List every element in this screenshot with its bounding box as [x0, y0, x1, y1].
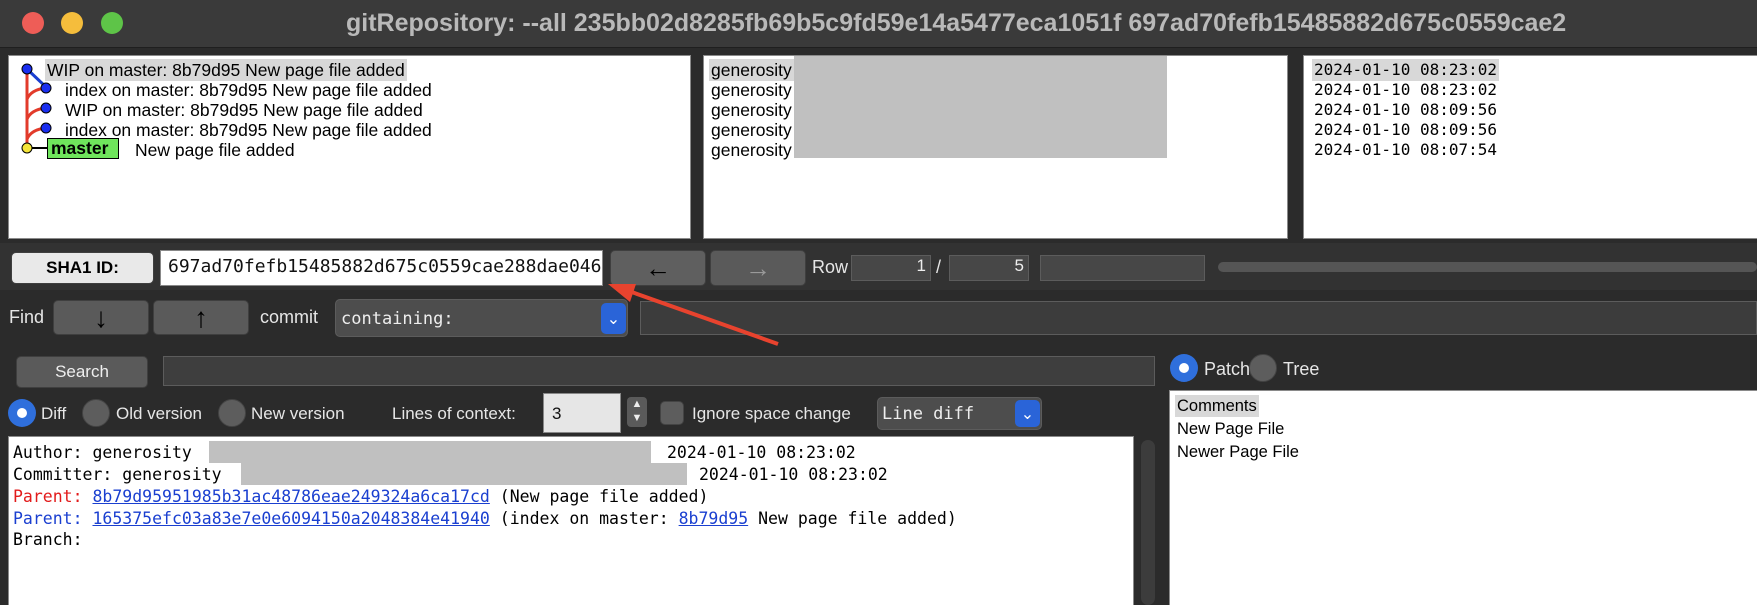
row-current-field[interactable]: 1	[851, 255, 931, 281]
minimize-window-button[interactable]	[61, 12, 83, 34]
progress-field	[1040, 255, 1205, 281]
parent-line: Parent: 165375efc03a83e7e0e6094150a20483…	[13, 509, 957, 528]
committer-label: Committer: generosity	[13, 465, 222, 484]
row-separator: /	[936, 257, 942, 277]
author-label: Author: generosity	[13, 443, 192, 462]
commit-row[interactable]: WIP on master: 8b79d95 New page file add…	[45, 59, 407, 81]
new-version-label: New version	[251, 404, 345, 423]
sha1-input[interactable]: 697ad70fefb15485882d675c0559cae288dae046	[160, 250, 603, 286]
find-mode-value: containing:	[341, 309, 454, 329]
author-row[interactable]: generosity	[711, 99, 792, 121]
author-row[interactable]: generosity	[711, 139, 792, 161]
commit-row[interactable]: WIP on master: 8b79d95 New page file add…	[65, 99, 423, 121]
patch-radio[interactable]	[1170, 354, 1198, 382]
parent-label: Parent:	[13, 509, 83, 528]
parent-sha-link[interactable]: 8b79d95951985b31ac48786eae249324a6ca17cd	[92, 487, 489, 506]
redacted-committer-email	[241, 463, 687, 485]
details-scrollbar[interactable]	[1141, 440, 1155, 605]
row-label: Row	[812, 257, 849, 277]
find-previous-up-icon[interactable]: ↑	[153, 300, 249, 335]
parent-line: Parent: 8b79d95951985b31ac48786eae249324…	[13, 487, 708, 506]
row-total-field: 5	[949, 255, 1029, 281]
sha1-id-button[interactable]: SHA1 ID:	[11, 252, 154, 284]
chevron-down-icon[interactable]: ⌄	[1015, 400, 1040, 427]
commit-details-pane[interactable]: Author: generosity 2024-01-10 08:23:02 C…	[8, 436, 1134, 605]
committer-date: 2024-01-10 08:23:02	[699, 465, 888, 484]
context-input[interactable]: 3	[543, 393, 621, 433]
committer-line: Committer: generosity	[13, 465, 222, 484]
find-type-label: commit	[260, 307, 318, 327]
parent-description: (index on master:	[499, 509, 669, 528]
date-row[interactable]: 2024-01-10 08:23:02	[1314, 79, 1497, 101]
branch-tag-master[interactable]: master	[47, 138, 120, 159]
commit-graph-pane[interactable]: WIP on master: 8b79d95 New page file add…	[8, 55, 691, 239]
diff-label: Diff	[41, 404, 67, 423]
commit-row[interactable]: New page file added	[135, 139, 295, 161]
date-row[interactable]: 2024-01-10 08:07:54	[1314, 139, 1497, 161]
commit-row[interactable]: index on master: 8b79d95 New page file a…	[65, 119, 432, 141]
new-version-radio[interactable]	[218, 399, 246, 427]
author-date: 2024-01-10 08:23:02	[667, 443, 856, 462]
parent-label: Parent:	[13, 487, 83, 506]
context-label: Lines of context:	[392, 404, 516, 423]
author-row[interactable]: generosity	[711, 79, 792, 101]
search-input[interactable]	[163, 356, 1155, 386]
search-button[interactable]: Search	[16, 356, 148, 388]
parent-sha-link[interactable]: 165375efc03a83e7e0e6094150a2048384e41940	[92, 509, 489, 528]
diff-mode-value: Line diff	[882, 404, 975, 424]
date-pane[interactable]: 2024-01-10 08:23:02 2024-01-10 08:23:02 …	[1303, 55, 1757, 239]
tree-label: Tree	[1283, 359, 1320, 379]
parent-description: New page file added)	[758, 509, 957, 528]
parent-short-sha-link[interactable]: 8b79d95	[679, 509, 749, 528]
file-list-item[interactable]: Newer Page File	[1177, 441, 1299, 463]
redacted-author-email	[209, 441, 651, 463]
author-pane[interactable]: generosity generosity generosity generos…	[703, 55, 1288, 239]
file-list-pane[interactable]: Comments New Page File Newer Page File	[1169, 390, 1757, 605]
ignore-space-label: Ignore space change	[692, 404, 851, 423]
author-line: Author: generosity	[13, 443, 192, 462]
find-input[interactable]	[640, 301, 1757, 335]
author-row[interactable]: generosity	[711, 119, 792, 141]
parent-description: (New page file added)	[499, 487, 709, 506]
find-label: Find	[9, 307, 45, 327]
date-row[interactable]: 2024-01-10 08:09:56	[1314, 99, 1497, 121]
maximize-window-button[interactable]	[101, 12, 123, 34]
old-version-label: Old version	[116, 404, 202, 423]
file-list-item[interactable]: New Page File	[1177, 418, 1284, 440]
annotation-arrow	[608, 284, 779, 346]
find-next-down-icon[interactable]: ↓	[53, 300, 149, 335]
close-window-button[interactable]	[22, 12, 44, 34]
date-row[interactable]: 2024-01-10 08:23:02	[1312, 59, 1500, 81]
commit-row[interactable]: index on master: 8b79d95 New page file a…	[65, 79, 432, 101]
author-row[interactable]: generosity	[709, 59, 794, 81]
file-list-item[interactable]: Comments	[1175, 395, 1259, 417]
progress-bar	[1218, 262, 1757, 272]
branch-line: Branch:	[13, 530, 83, 549]
diff-radio[interactable]	[8, 399, 36, 427]
redacted-email-area	[794, 56, 1167, 158]
title-bar: gitRepository: --all 235bb02d8285fb69b5c…	[0, 0, 1757, 48]
window-title: gitRepository: --all 235bb02d8285fb69b5c…	[346, 9, 1567, 37]
diff-mode-select[interactable]: Line diff ⌄	[877, 397, 1042, 430]
ignore-space-checkbox[interactable]	[660, 401, 684, 425]
patch-label: Patch	[1204, 359, 1251, 379]
find-mode-select[interactable]: containing: ⌄	[335, 299, 628, 337]
context-stepper[interactable]: ▲ ▼	[627, 397, 647, 427]
old-version-radio[interactable]	[82, 399, 110, 427]
tree-radio[interactable]	[1249, 354, 1277, 382]
date-row[interactable]: 2024-01-10 08:09:56	[1314, 119, 1497, 141]
